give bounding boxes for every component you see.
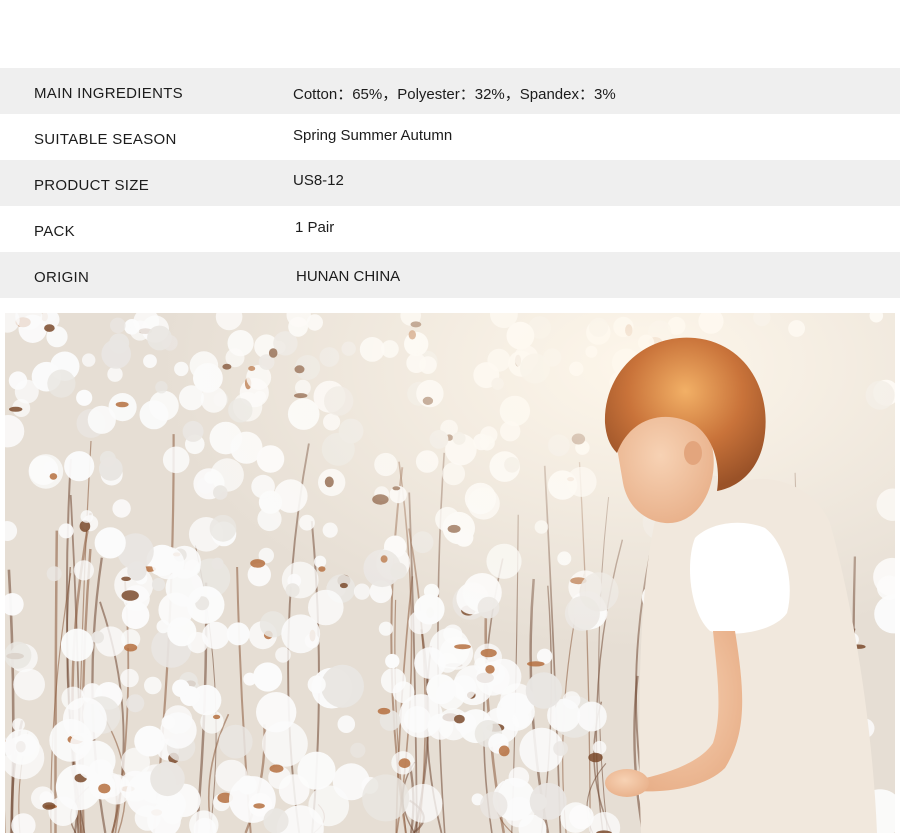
spec-label: ORIGIN bbox=[34, 269, 90, 286]
product-spec-table: MAIN INGREDIENTS Cotton：65%，Polyester：32… bbox=[0, 68, 900, 298]
spec-value: Spring Summer Autumn bbox=[293, 127, 453, 144]
spec-value: HUNAN CHINA bbox=[296, 268, 401, 285]
spec-row-pack: PACK 1 Pair bbox=[0, 206, 900, 252]
spec-value: US8-12 bbox=[293, 172, 344, 189]
hand bbox=[605, 769, 649, 797]
spec-row-suitable-season: SUITABLE SEASON Spring Summer Autumn bbox=[0, 114, 900, 160]
spec-row-origin: ORIGIN HUNAN CHINA bbox=[0, 252, 900, 298]
cotton-field-photo bbox=[5, 313, 895, 833]
ear bbox=[684, 441, 702, 465]
spec-value: 1 Pair bbox=[295, 219, 335, 236]
spec-row-main-ingredients: MAIN INGREDIENTS Cotton：65%，Polyester：32… bbox=[0, 68, 900, 114]
spec-value: Cotton：65%，Polyester：32%，Spandex：3% bbox=[293, 86, 616, 103]
white-sleeve bbox=[690, 522, 790, 634]
cotton-field-illustration bbox=[5, 313, 895, 833]
spec-label: MAIN INGREDIENTS bbox=[34, 85, 183, 102]
spec-label: PRODUCT SIZE bbox=[34, 177, 150, 194]
spec-row-product-size: PRODUCT SIZE US8-12 bbox=[0, 160, 900, 206]
spec-label: PACK bbox=[34, 223, 75, 240]
spec-label: SUITABLE SEASON bbox=[34, 131, 177, 148]
